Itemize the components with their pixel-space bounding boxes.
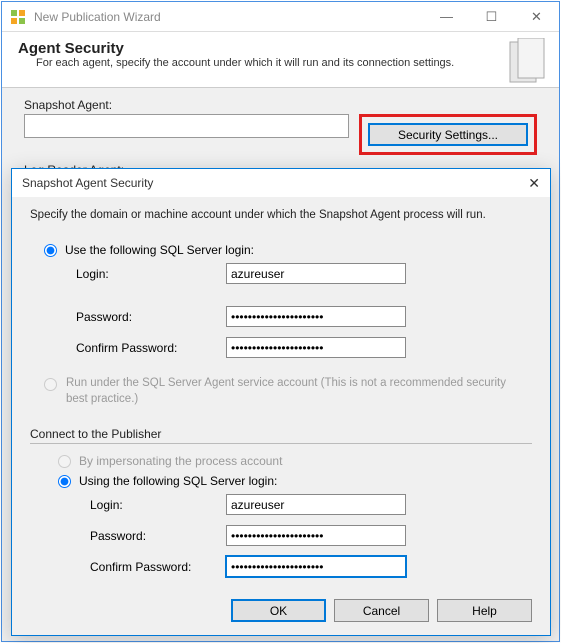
- app-icon: [10, 9, 26, 25]
- ok-button[interactable]: OK: [231, 599, 326, 622]
- snapshot-agent-input[interactable]: [24, 114, 349, 138]
- service-account-note: Run under the SQL Server Agent service a…: [66, 375, 506, 407]
- radio-sql-login[interactable]: [44, 244, 57, 257]
- dialog-button-row: OK Cancel Help: [12, 599, 550, 634]
- option-sql-login[interactable]: Use the following SQL Server login:: [44, 243, 532, 257]
- connect-group-label: Connect to the Publisher: [30, 427, 532, 441]
- help-button[interactable]: Help: [437, 599, 532, 622]
- highlight-box: Security Settings...: [359, 114, 537, 155]
- snapshot-agent-label: Snapshot Agent:: [24, 98, 537, 112]
- security-settings-button[interactable]: Security Settings...: [368, 123, 528, 146]
- titlebar: New Publication Wizard — ☐ ✕: [2, 2, 559, 32]
- minimize-button[interactable]: —: [424, 2, 469, 31]
- login-input[interactable]: [226, 263, 406, 284]
- radio-publisher-sql-login[interactable]: [58, 475, 71, 488]
- option-publisher-sql-login[interactable]: Using the following SQL Server login:: [58, 474, 532, 488]
- modal-title: Snapshot Agent Security: [22, 176, 510, 190]
- login-label: Login:: [76, 267, 226, 281]
- page-title: Agent Security: [18, 40, 543, 57]
- window-title: New Publication Wizard: [34, 10, 424, 24]
- header-panel: Agent Security For each agent, specify t…: [2, 32, 559, 88]
- publisher-confirm-password-label: Confirm Password:: [90, 560, 226, 574]
- radio-sql-login-label: Use the following SQL Server login:: [65, 243, 254, 257]
- modal-titlebar: Snapshot Agent Security ✕: [12, 169, 550, 197]
- publisher-password-label: Password:: [90, 529, 226, 543]
- close-button[interactable]: ✕: [514, 2, 559, 31]
- divider: [30, 443, 532, 444]
- snapshot-agent-security-dialog: Snapshot Agent Security ✕ Specify the do…: [11, 168, 551, 636]
- publisher-confirm-password-input[interactable]: [226, 556, 406, 577]
- password-input[interactable]: [226, 306, 406, 327]
- publisher-login-label: Login:: [90, 498, 226, 512]
- radio-service-account: [44, 378, 57, 391]
- password-label: Password:: [76, 310, 226, 324]
- cancel-button[interactable]: Cancel: [334, 599, 429, 622]
- option-impersonate: By impersonating the process account: [58, 454, 532, 468]
- confirm-password-input[interactable]: [226, 337, 406, 358]
- radio-impersonate-label: By impersonating the process account: [79, 454, 282, 468]
- maximize-button[interactable]: ☐: [469, 2, 514, 31]
- radio-publisher-sql-login-label: Using the following SQL Server login:: [79, 474, 277, 488]
- publisher-login-input[interactable]: [226, 494, 406, 515]
- confirm-password-label: Confirm Password:: [76, 341, 226, 355]
- page-subtitle: For each agent, specify the account unde…: [36, 57, 456, 69]
- header-graphic-icon: [505, 38, 547, 86]
- modal-instruction: Specify the domain or machine account un…: [30, 209, 532, 221]
- radio-impersonate: [58, 455, 71, 468]
- publisher-password-input[interactable]: [226, 525, 406, 546]
- modal-close-button[interactable]: ✕: [510, 175, 540, 192]
